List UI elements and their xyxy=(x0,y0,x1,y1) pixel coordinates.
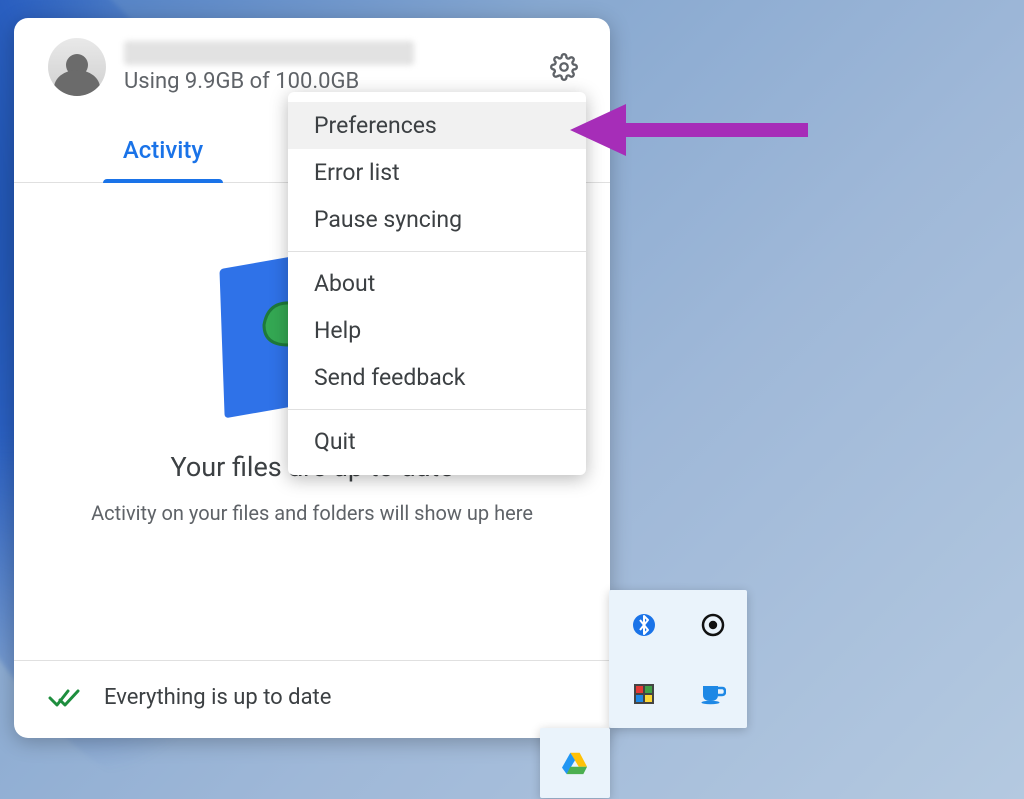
menu-item-send-feedback[interactable]: Send feedback xyxy=(288,354,586,401)
settings-menu: Preferences Error list Pause syncing Abo… xyxy=(288,92,586,475)
settings-button[interactable] xyxy=(542,45,586,89)
storage-usage-text: Using 9.9GB of 100.0GB xyxy=(124,69,524,94)
menu-separator xyxy=(288,251,586,252)
status-bar: Everything is up to date xyxy=(14,661,610,738)
menu-item-quit[interactable]: Quit xyxy=(288,418,586,465)
menu-item-preferences[interactable]: Preferences xyxy=(288,102,586,149)
menu-item-error-list[interactable]: Error list xyxy=(288,149,586,196)
password-manager-icon[interactable] xyxy=(700,612,726,638)
double-check-icon xyxy=(48,686,82,710)
tab-activity[interactable]: Activity xyxy=(14,116,312,182)
menu-item-help[interactable]: Help xyxy=(288,307,586,354)
empty-state-subtitle: Activity on your files and folders will … xyxy=(61,501,563,525)
system-tray-grid xyxy=(609,590,747,728)
system-tray-single xyxy=(540,728,610,798)
menu-item-label: About xyxy=(314,270,375,297)
menu-item-label: Error list xyxy=(314,159,400,186)
menu-item-label: Quit xyxy=(314,428,356,455)
bluetooth-icon[interactable] xyxy=(631,612,657,638)
powertoys-icon[interactable] xyxy=(631,681,657,707)
avatar[interactable] xyxy=(48,38,106,96)
status-text: Everything is up to date xyxy=(104,685,331,710)
menu-item-label: Pause syncing xyxy=(314,206,462,233)
menu-item-label: Send feedback xyxy=(314,364,465,391)
user-email-redacted xyxy=(124,41,414,65)
gear-icon xyxy=(550,53,578,81)
tab-label: Activity xyxy=(123,136,203,164)
menu-separator xyxy=(288,409,586,410)
menu-item-pause-syncing[interactable]: Pause syncing xyxy=(288,196,586,243)
menu-item-label: Help xyxy=(314,317,361,344)
menu-item-about[interactable]: About xyxy=(288,260,586,307)
menu-item-label: Preferences xyxy=(314,112,437,139)
coffee-cup-icon[interactable] xyxy=(700,681,726,707)
user-info: Using 9.9GB of 100.0GB xyxy=(124,41,524,94)
google-drive-icon[interactable] xyxy=(562,750,588,776)
